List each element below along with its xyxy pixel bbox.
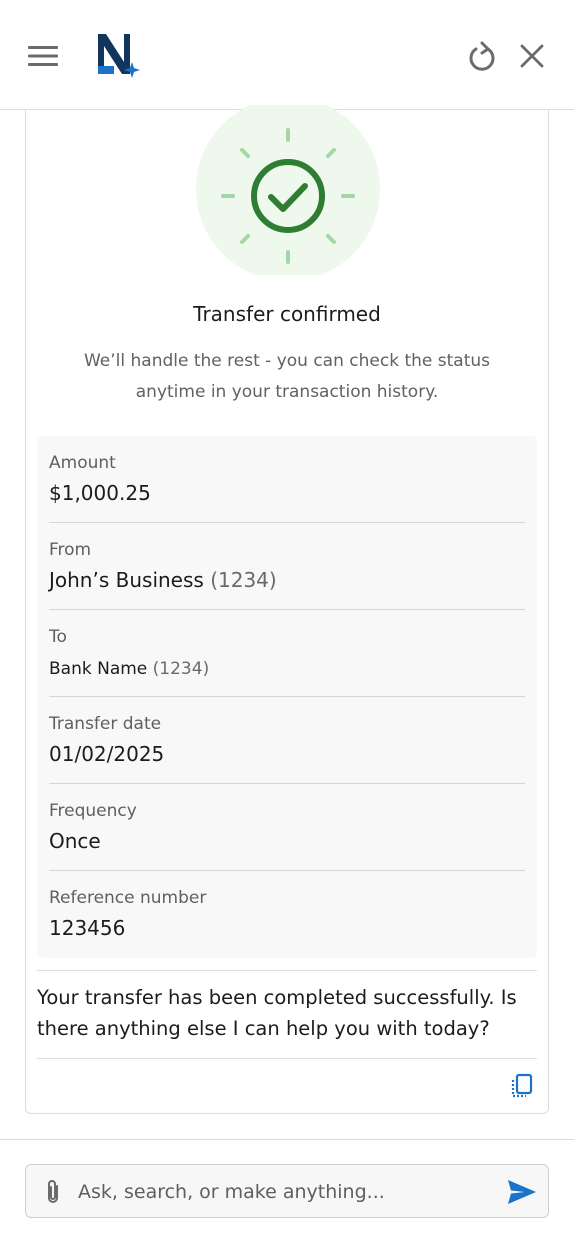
refresh-icon xyxy=(469,41,495,71)
close-button[interactable] xyxy=(512,36,552,76)
detail-label: Reference number xyxy=(49,888,207,908)
paperclip-icon xyxy=(48,1180,58,1203)
detail-label: To xyxy=(49,627,67,647)
detail-label: From xyxy=(49,540,92,560)
copy-button[interactable] xyxy=(508,1072,536,1100)
menu-button[interactable] xyxy=(22,36,64,76)
chat-input[interactable] xyxy=(78,1173,488,1211)
hamburger-menu-icon xyxy=(28,46,58,66)
divider xyxy=(37,1058,537,1059)
divider xyxy=(0,1139,574,1140)
detail-row-amount: Amount $1,000.25 xyxy=(49,436,525,523)
account-name: Bank Name xyxy=(49,659,148,679)
detail-row-reference-number: Reference number 123456 xyxy=(49,871,525,958)
detail-value: 123456 xyxy=(49,916,126,940)
confirmation-title: Transfer confirmed xyxy=(193,302,381,326)
detail-value: Bank Name (1234) xyxy=(49,659,209,679)
account-mask: (1234) xyxy=(210,568,277,592)
detail-value: John’s Business (1234) xyxy=(49,568,277,592)
transfer-confirmation-card: Transfer confirmed We’ll handle the rest… xyxy=(25,105,549,1114)
account-mask: (1234) xyxy=(152,659,210,679)
send-icon xyxy=(508,1180,536,1204)
assistant-message: Your transfer has been completed success… xyxy=(37,986,517,1040)
divider xyxy=(37,970,537,971)
refresh-button[interactable] xyxy=(462,36,502,76)
detail-row-transfer-date: Transfer date 01/02/2025 xyxy=(49,697,525,784)
chat-composer xyxy=(25,1164,549,1218)
transfer-details: Amount $1,000.25 From John’s Business (1… xyxy=(37,436,537,958)
check-circle-icon xyxy=(196,105,380,275)
detail-row-from: From John’s Business (1234) xyxy=(49,523,525,610)
copy-icon xyxy=(511,1073,533,1098)
attach-button[interactable] xyxy=(38,1177,68,1207)
close-icon xyxy=(520,44,544,68)
detail-label: Amount xyxy=(49,453,116,473)
detail-row-to: To Bank Name (1234) xyxy=(49,610,525,697)
detail-value: Once xyxy=(49,829,101,853)
detail-label: Frequency xyxy=(49,801,137,821)
detail-label: Transfer date xyxy=(49,714,162,734)
confirmation-subtitle: We’ll handle the rest - you can check th… xyxy=(83,351,490,402)
n-sparkle-logo xyxy=(98,34,140,78)
detail-value: 01/02/2025 xyxy=(49,742,165,766)
detail-row-frequency: Frequency Once xyxy=(49,784,525,871)
account-name: John’s Business xyxy=(49,568,204,592)
app-header xyxy=(0,0,574,110)
detail-value: $1,000.25 xyxy=(49,481,151,505)
send-button[interactable] xyxy=(506,1177,538,1207)
